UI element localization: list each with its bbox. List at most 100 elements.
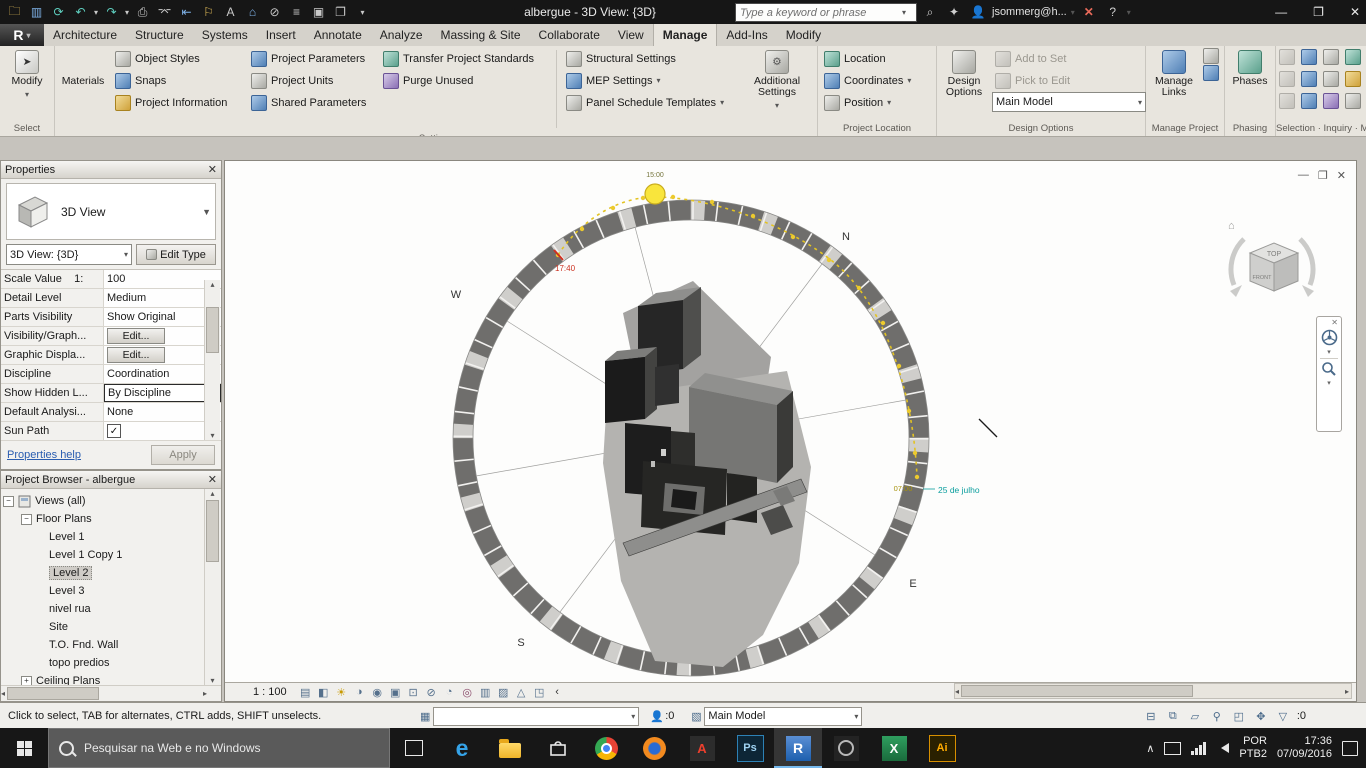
sign-in-control[interactable]: 👤 jsommerg@h... ▾ <box>968 3 1075 22</box>
taskbar-search[interactable] <box>48 728 390 768</box>
view-instance-dropdown[interactable]: 3D View: {3D} ▾ <box>6 244 132 265</box>
switch-windows-icon[interactable]: ❐ <box>330 3 351 22</box>
macro-module-icon[interactable] <box>1323 93 1339 109</box>
photoshop-app[interactable]: Ps <box>726 728 774 768</box>
tree-item-views[interactable]: − Views (all) <box>3 492 221 510</box>
graphite-app[interactable] <box>822 728 870 768</box>
shared-parameters-button[interactable]: Shared Parameters <box>248 92 376 113</box>
inquiry-extra-icon[interactable] <box>1345 93 1361 109</box>
detail-level-icon[interactable]: ▤ <box>298 685 313 700</box>
chrome-app[interactable] <box>582 728 630 768</box>
materials-button[interactable]: Materials <box>58 48 108 87</box>
starting-view-icon[interactable] <box>1203 65 1219 81</box>
property-row-scale[interactable]: Scale Value 1: 100 <box>1 270 221 289</box>
phases-button[interactable]: Phases <box>1228 48 1272 87</box>
tab-structure[interactable]: Structure <box>126 24 193 46</box>
property-row-visibility-graphics[interactable]: Visibility/Graph... Edit... <box>1 327 221 346</box>
application-menu-button[interactable]: R ▾ <box>0 24 44 46</box>
view-hscrollbar[interactable]: ◂ ▸ <box>954 683 1352 699</box>
tree-item-level-2[interactable]: Level 2 <box>3 564 221 582</box>
infocenter-search[interactable]: ▾ <box>735 3 917 22</box>
property-row-detail-level[interactable]: Detail Level Medium <box>1 289 221 308</box>
crop-view-icon[interactable]: ▣ <box>388 685 403 700</box>
scale-control[interactable]: 1 : 100 <box>253 686 287 698</box>
thin-lines-icon[interactable]: ≡ <box>286 3 307 22</box>
navigation-bar[interactable]: ✕ ▾ ▾ <box>1316 316 1342 432</box>
sun[interactable] <box>644 183 666 205</box>
position-button[interactable]: Position ▾ <box>821 92 931 113</box>
collapse-icon[interactable]: − <box>3 495 14 507</box>
select-pinned-icon[interactable]: ⚲ <box>1209 708 1225 724</box>
search-go-icon[interactable]: ⌕ <box>920 3 940 22</box>
navbar-close-icon[interactable]: ✕ <box>1331 318 1338 327</box>
properties-help-link[interactable]: Properties help <box>7 449 81 461</box>
visual-style-icon[interactable]: ◧ <box>316 685 331 700</box>
project-browser-close-icon[interactable]: ✕ <box>208 473 217 486</box>
viewcube-home-icon[interactable]: ⌂ <box>1228 220 1235 232</box>
visibility-edit-button[interactable]: Edit... <box>107 328 165 344</box>
shadows-toggle-icon[interactable]: ◑ <box>352 685 367 700</box>
dynamo-icon[interactable] <box>1345 49 1361 65</box>
temporary-view-properties-icon[interactable]: ▨ <box>496 685 511 700</box>
save-icon[interactable]: ▥ <box>26 3 47 22</box>
close-button[interactable]: ✕ <box>1350 5 1360 19</box>
scroll-left-icon[interactable]: ◂ <box>1 689 5 698</box>
properties-header[interactable]: Properties ✕ <box>1 161 221 179</box>
aligned-dimension-icon[interactable]: ⇤ <box>176 3 197 22</box>
file-explorer-app[interactable] <box>486 728 534 768</box>
tag-icon[interactable]: ⚐ <box>198 3 219 22</box>
tree-item-to-fnd-wall[interactable]: T.O. Fnd. Wall <box>3 636 221 654</box>
undo-caret-icon[interactable]: ▾ <box>92 3 100 22</box>
tab-massing-site[interactable]: Massing & Site <box>432 24 530 46</box>
type-selector-caret-icon[interactable]: ▼ <box>202 207 211 217</box>
firefox-app[interactable] <box>630 728 678 768</box>
help-icon[interactable]: ? <box>1103 3 1123 22</box>
ids-of-selection-icon[interactable] <box>1301 49 1317 65</box>
scroll-down-icon[interactable]: ▾ <box>210 676 214 685</box>
expand-icon[interactable]: + <box>21 675 32 685</box>
edit-type-button[interactable]: Edit Type <box>136 244 216 265</box>
select-underlay-icon[interactable]: ▱ <box>1187 708 1203 724</box>
tree-item-nivel-rua[interactable]: nivel rua <box>3 600 221 618</box>
store-app[interactable] <box>534 728 582 768</box>
scroll-up-icon[interactable]: ▴ <box>210 489 214 498</box>
language-indicator[interactable]: POR PTB2 <box>1239 735 1267 761</box>
edge-app[interactable]: e <box>438 728 486 768</box>
clock[interactable]: 17:36 07/09/2016 <box>1277 735 1332 761</box>
modify-button[interactable]: ➤ Modify ▾ <box>3 48 51 100</box>
revit-app[interactable]: R <box>774 728 822 768</box>
purge-unused-button[interactable]: Purge Unused <box>380 70 550 91</box>
worksets-dropdown[interactable]: ▾ <box>433 706 640 726</box>
modify-caret-icon[interactable]: ▾ <box>25 89 29 100</box>
rendering-dialog-icon[interactable]: ◉ <box>370 685 385 700</box>
tree-item-site[interactable]: Site <box>3 618 221 636</box>
selection-filter-icon[interactable]: ▽ <box>1275 708 1291 724</box>
temporary-hide-isolate-icon[interactable]: ◔ <box>442 685 457 700</box>
tree-item-floor-plans[interactable]: − Floor Plans <box>3 510 221 528</box>
sun-path-checkbox[interactable]: ✓ <box>107 424 121 438</box>
mep-settings-button[interactable]: MEP Settings ▾ <box>563 70 745 91</box>
lock-3d-view-icon[interactable]: ⊘ <box>424 685 439 700</box>
drag-on-selection-icon[interactable]: ✥ <box>1253 708 1269 724</box>
tab-view[interactable]: View <box>609 24 653 46</box>
property-row-discipline[interactable]: Discipline Coordination <box>1 365 221 384</box>
print-icon[interactable]: ⎙ <box>132 3 153 22</box>
stray-model-line[interactable] <box>978 418 998 438</box>
active-design-option-dropdown[interactable]: Main Model ▾ <box>992 92 1146 112</box>
tab-collaborate[interactable]: Collaborate <box>530 24 609 46</box>
manage-links-button[interactable]: Manage Links <box>1149 48 1199 98</box>
open-icon[interactable]: 🗀 <box>4 3 25 22</box>
scroll-thumb[interactable] <box>961 685 1194 697</box>
qat-customize-caret-icon[interactable]: ▾ <box>352 3 373 22</box>
undo-icon[interactable]: ↶ <box>70 3 91 22</box>
scroll-right-icon[interactable]: ▸ <box>1345 687 1349 696</box>
snaps-button[interactable]: Snaps <box>112 70 244 91</box>
macro-manager-icon[interactable] <box>1323 49 1339 65</box>
collapse-icon[interactable]: − <box>21 513 32 525</box>
select-links-icon[interactable]: ⧉ <box>1165 708 1181 724</box>
tree-item-ceiling-plans[interactable]: + Ceiling Plans <box>3 672 221 685</box>
editing-requests-icon[interactable]: 👤 <box>649 708 665 724</box>
review-warnings-icon[interactable] <box>1301 93 1317 109</box>
property-row-sun-path[interactable]: Sun Path ✓ <box>1 422 221 441</box>
tab-insert[interactable]: Insert <box>257 24 305 46</box>
